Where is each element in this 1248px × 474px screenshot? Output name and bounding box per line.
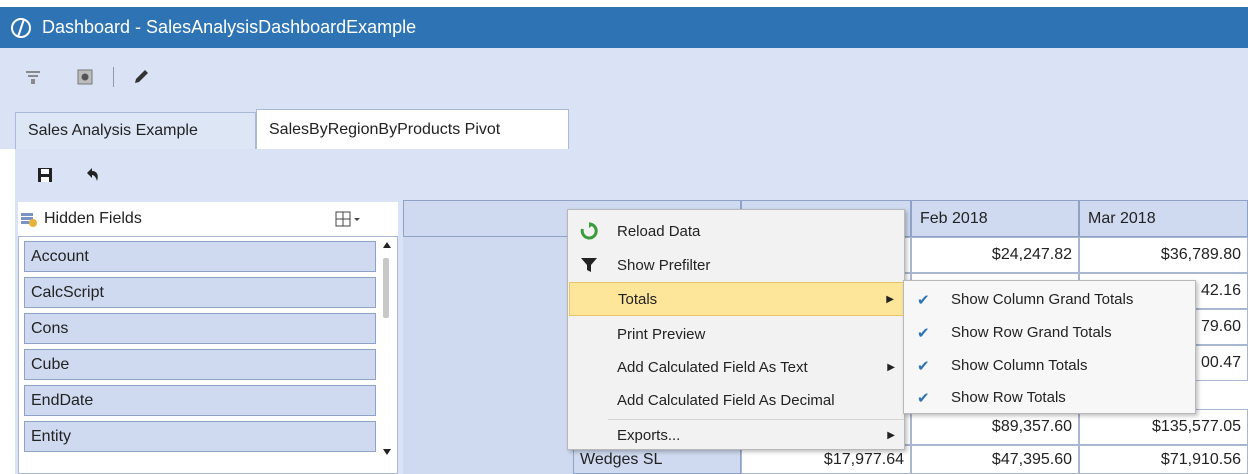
column-header-mar-2018[interactable]: Mar 2018	[1079, 200, 1248, 237]
menu-item-label: Reload Data	[617, 222, 701, 240]
submenu-item-label: Show Row Grand Totals	[951, 324, 1112, 341]
pivot-cell: $71,910.56	[1079, 445, 1248, 474]
pivot-cell: $36,789.80	[1079, 237, 1248, 273]
submenu-item-label: Show Row Totals	[951, 389, 1066, 406]
row-label: Wedges SL	[580, 450, 663, 468]
pivot-cell: $89,357.60	[911, 409, 1079, 445]
hidden-fields-header: Hidden Fields	[18, 202, 398, 236]
field-label: Account	[31, 247, 89, 265]
column-label: Feb 2018	[920, 209, 988, 227]
column-label: Mar 2018	[1088, 209, 1156, 227]
filter-icon	[581, 258, 597, 272]
field-cube[interactable]: Cube	[24, 349, 376, 380]
submenu-arrow-icon: ▶	[887, 361, 895, 373]
pivot-cell: $24,247.82	[911, 237, 1079, 273]
submenu-item-label: Show Column Totals	[951, 357, 1088, 374]
field-label: Cons	[31, 319, 69, 337]
submenu-arrow-icon: ▶	[886, 293, 894, 305]
menu-item-label: Show Prefilter	[617, 256, 711, 274]
filter-icon[interactable]	[24, 68, 42, 86]
submenu-item-show-column-totals[interactable]: ✔ Show Column Totals	[905, 349, 1195, 382]
scroll-down-icon[interactable]	[382, 447, 392, 457]
pivot-cell: $47,395.60	[911, 445, 1079, 474]
title-bar: Dashboard - SalesAnalysisDashboardExampl…	[0, 7, 1248, 48]
undo-icon[interactable]	[83, 166, 101, 184]
checkmark-icon: ✔	[917, 357, 930, 375]
toolbar-separator	[113, 67, 114, 87]
menu-item-label: Totals	[618, 290, 658, 308]
submenu-item-show-row-totals[interactable]: ✔ Show Row Totals	[905, 381, 1195, 414]
submenu-arrow-icon: ▶	[887, 429, 895, 441]
reload-icon	[580, 222, 598, 240]
scrollbar-thumb[interactable]	[383, 258, 389, 318]
field-label: CalcScript	[31, 283, 104, 301]
field-account[interactable]: Account	[24, 241, 376, 272]
tab-sales-analysis-example[interactable]: Sales Analysis Example	[15, 112, 256, 149]
field-label: EndDate	[31, 391, 94, 409]
menu-item-label: Print Preview	[617, 325, 706, 343]
menu-item-totals[interactable]: Totals ▶	[569, 282, 905, 316]
field-label: Cube	[31, 355, 70, 373]
menu-item-print-preview[interactable]: Print Preview	[569, 317, 905, 351]
menu-item-label: Add Calculated Field As Decimal	[617, 391, 835, 409]
column-header-feb-2018[interactable]: Feb 2018	[911, 200, 1079, 237]
main-toolbar	[0, 48, 1248, 103]
field-calcscript[interactable]: CalcScript	[24, 277, 376, 308]
submenu-item-show-column-grand-totals[interactable]: ✔ Show Column Grand Totals	[905, 283, 1195, 316]
pivot-cell: $135,577.05	[1079, 409, 1248, 445]
context-menu: Reload Data Show Prefilter Totals ▶ Prin…	[567, 209, 905, 450]
field-enddate[interactable]: EndDate	[24, 385, 376, 416]
menu-item-add-calculated-field-as-text[interactable]: Add Calculated Field As Text ▶	[569, 350, 905, 384]
layout-dropdown-icon[interactable]	[334, 210, 364, 228]
field-entity[interactable]: Entity	[24, 421, 376, 452]
menu-item-reload-data[interactable]: Reload Data	[569, 214, 905, 248]
pencil-icon[interactable]	[132, 68, 150, 86]
window-title: Dashboard - SalesAnalysisDashboardExampl…	[42, 17, 417, 37]
tab-salesbyregionbyproducts-pivot[interactable]: SalesByRegionByProducts Pivot	[256, 109, 569, 149]
checkmark-icon: ✔	[917, 389, 930, 407]
totals-submenu: ✔ Show Column Grand Totals ✔ Show Row Gr…	[903, 280, 1196, 414]
pivot-row-header-area	[403, 237, 573, 474]
hidden-fields-list: Account CalcScript Cons Cube EndDate Ent…	[18, 236, 398, 474]
tab-label: SalesByRegionByProducts Pivot	[269, 120, 501, 138]
hidden-fields-title: Hidden Fields	[44, 210, 142, 227]
menu-item-label: Add Calculated Field As Text	[617, 358, 808, 376]
scroll-up-icon[interactable]	[382, 240, 392, 250]
menu-item-exports[interactable]: Exports... ▶	[569, 418, 905, 452]
checkmark-icon: ✔	[917, 291, 930, 309]
field-cons[interactable]: Cons	[24, 313, 376, 344]
tab-label: Sales Analysis Example	[28, 122, 198, 139]
settings-icon[interactable]	[76, 68, 94, 86]
app-logo-icon	[11, 17, 31, 38]
checkmark-icon: ✔	[917, 324, 930, 342]
menu-item-show-prefilter[interactable]: Show Prefilter	[569, 248, 905, 282]
save-icon[interactable]	[36, 166, 54, 184]
field-label: Entity	[31, 427, 72, 445]
menu-item-label: Exports...	[617, 426, 681, 444]
menu-item-add-calculated-field-as-decimal[interactable]: Add Calculated Field As Decimal	[569, 383, 905, 417]
submenu-item-show-row-grand-totals[interactable]: ✔ Show Row Grand Totals	[905, 316, 1195, 349]
submenu-item-label: Show Column Grand Totals	[951, 291, 1134, 308]
hidden-fields-icon	[21, 213, 37, 227]
